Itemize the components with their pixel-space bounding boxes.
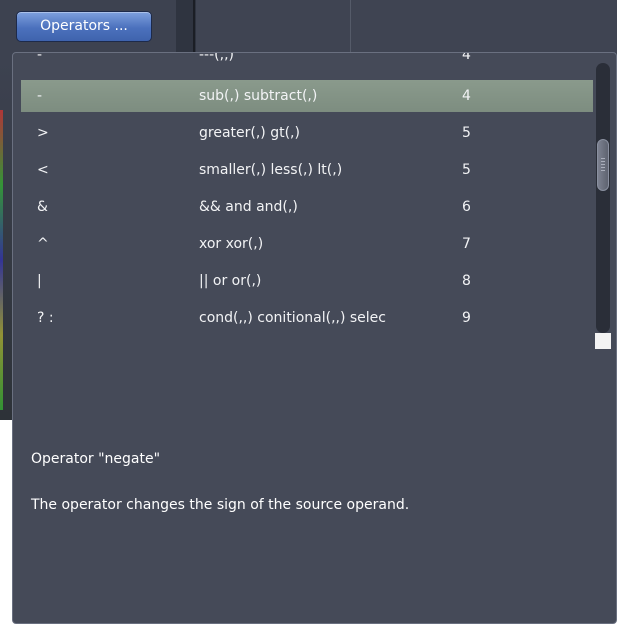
operator-symbol: <: [37, 162, 49, 178]
operator-functions: xor xor(,): [199, 236, 264, 252]
background-splitter: [176, 0, 196, 60]
operator-precedence: 9: [462, 310, 471, 326]
operator-functions: cond(,,) conitional(,,) selec: [199, 310, 386, 326]
operator-functions: greater(,) gt(,): [199, 125, 300, 141]
operator-symbol: -: [37, 53, 43, 63]
operator-precedence: 8: [462, 273, 471, 289]
background-image-edge: [0, 60, 12, 420]
operator-precedence: 6: [462, 199, 471, 215]
operator-symbol: ^: [37, 236, 49, 252]
operator-list-scrollbar[interactable]: [596, 63, 610, 333]
operator-row[interactable]: | || or or(,) 8: [21, 265, 593, 297]
operator-row[interactable]: < smaller(,) less(,) lt(,) 5: [21, 154, 593, 186]
operators-popup: - ---(,,) 4 - sub(,) subtract(,) 4 > gre…: [12, 52, 617, 624]
operator-description-text: The operator changes the sign of the sou…: [31, 497, 410, 513]
operator-symbol: -: [37, 88, 43, 104]
scroll-corner: [595, 333, 611, 349]
operator-row[interactable]: ^ xor xor(,) 7: [21, 228, 593, 260]
operator-description-title: Operator "negate": [31, 451, 161, 467]
scrollbar-thumb[interactable]: [597, 139, 609, 191]
operator-functions: smaller(,) less(,) lt(,): [199, 162, 343, 178]
operator-precedence: 5: [462, 162, 471, 178]
operator-row[interactable]: & && and and(,) 6: [21, 191, 593, 223]
operator-precedence: 4: [462, 88, 471, 104]
grip-icon: [601, 158, 605, 172]
operator-row[interactable]: > greater(,) gt(,) 5: [21, 117, 593, 149]
operator-symbol: ? :: [37, 310, 54, 326]
operator-precedence: 4: [462, 53, 471, 63]
operator-symbol: &: [37, 199, 48, 215]
operator-row[interactable]: ? : cond(,,) conitional(,,) selec 9: [21, 302, 593, 334]
operator-symbol: >: [37, 125, 49, 141]
operator-row-partial[interactable]: - ---(,,) 4: [21, 53, 593, 71]
operators-button[interactable]: Operators ...: [16, 11, 152, 42]
operator-precedence: 5: [462, 125, 471, 141]
operator-symbol: |: [37, 273, 42, 289]
operator-list[interactable]: - ---(,,) 4 - sub(,) subtract(,) 4 > gre…: [13, 53, 593, 353]
app-window: Operators ... - ---(,,) 4 - sub(,) subtr…: [0, 0, 623, 628]
operator-row-selected[interactable]: - sub(,) subtract(,) 4: [21, 80, 593, 112]
operator-precedence: 7: [462, 236, 471, 252]
operator-functions: ---(,,): [199, 53, 234, 63]
operator-functions: && and and(,): [199, 199, 298, 215]
background-panel-right: [196, 0, 617, 60]
operator-functions: sub(,) subtract(,): [199, 88, 318, 104]
operator-functions: || or or(,): [199, 273, 262, 289]
